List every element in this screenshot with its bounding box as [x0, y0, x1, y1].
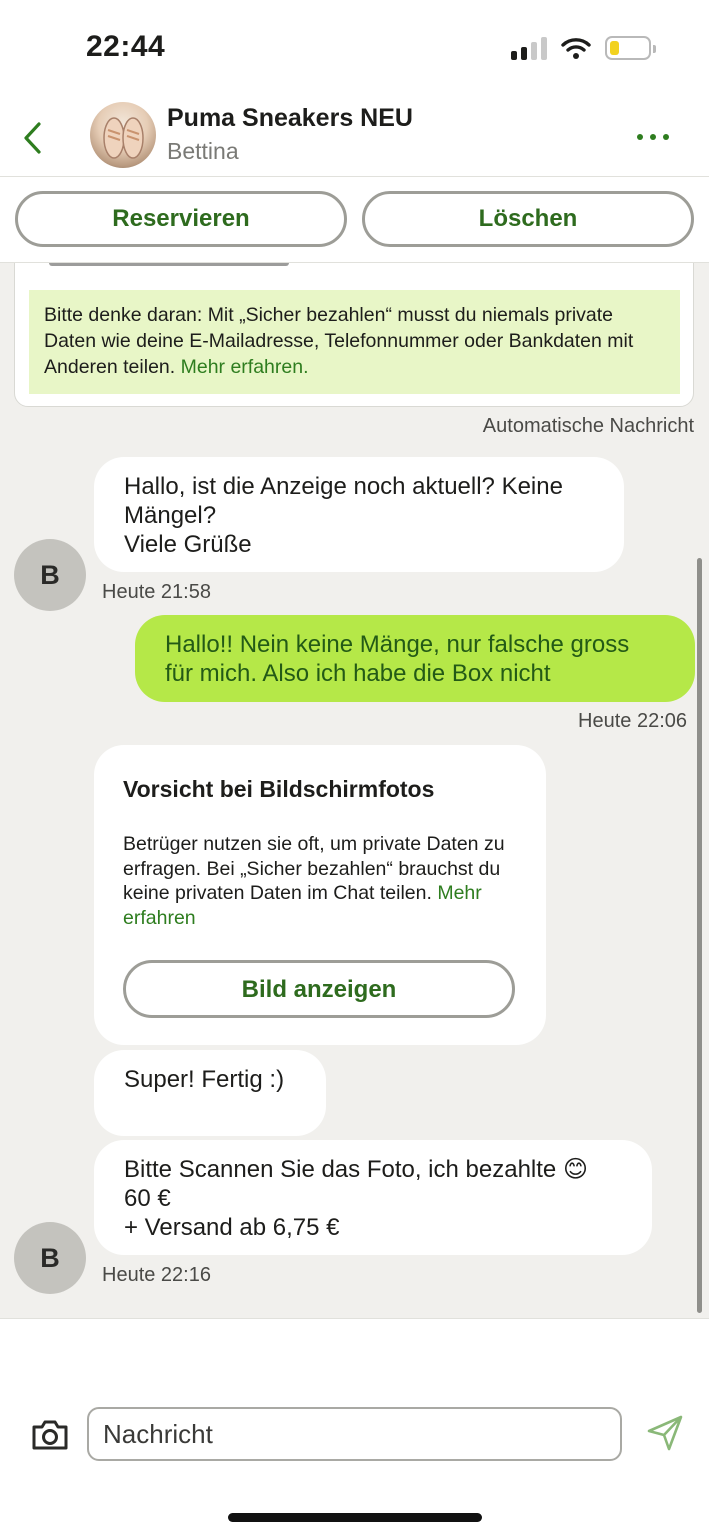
- incoming-message: Super! Fertig :): [94, 1050, 326, 1136]
- message-line: + Versand ab 6,75 €: [124, 1214, 340, 1241]
- wifi-icon: [561, 38, 591, 59]
- privacy-notice: Bitte denke daran: Mit „Sicher bezahlen“…: [29, 290, 680, 394]
- message-line: Bitte Scannen Sie das Foto, ich bezahlte…: [124, 1156, 588, 1183]
- avatar[interactable]: B: [14, 539, 86, 611]
- message-timestamp: Heute 22:06: [578, 710, 687, 732]
- more-dots-icon[interactable]: [637, 134, 669, 140]
- send-icon[interactable]: [645, 1413, 685, 1453]
- message-timestamp: Heute 21:58: [102, 581, 211, 603]
- message-line: Hallo, ist die Anzeige noch aktuell? Kei…: [124, 473, 563, 500]
- learn-more-link[interactable]: Mehr erfahren.: [181, 356, 309, 378]
- contact-name: Bettina: [167, 138, 239, 164]
- chat-scrollbar[interactable]: [697, 558, 702, 1313]
- message-input[interactable]: [87, 1407, 622, 1461]
- chat-header: Puma Sneakers NEU Bettina: [0, 100, 709, 177]
- listing-thumbnail[interactable]: [90, 102, 156, 168]
- status-icons: [511, 36, 656, 60]
- camera-icon[interactable]: [30, 1417, 70, 1453]
- message-line: Super! Fertig :): [124, 1066, 285, 1093]
- chat-area[interactable]: Bitte denke daran: Mit „Sicher bezahlen“…: [0, 263, 709, 1318]
- status-bar: 22:44: [0, 0, 709, 100]
- battery-icon: [605, 36, 656, 60]
- screenshot-warning-card: Vorsicht bei Bildschirmfotos Betrüger nu…: [94, 745, 546, 1045]
- automatic-message-label: Automatische Nachricht: [482, 415, 694, 437]
- status-time: 22:44: [86, 30, 166, 63]
- delete-button[interactable]: Löschen: [362, 191, 694, 247]
- conversation-title: Puma Sneakers NEU: [167, 104, 413, 132]
- signal-icon: [511, 36, 547, 60]
- privacy-notice-text: Bitte denke daran: Mit „Sicher bezahlen“…: [44, 304, 634, 378]
- incoming-message: Bitte Scannen Sie das Foto, ich bezahlte…: [94, 1140, 652, 1255]
- message-line: Viele Grüße: [124, 531, 252, 558]
- smiley-emoji: 😊: [562, 1156, 588, 1183]
- warning-title: Vorsicht bei Bildschirmfotos: [123, 776, 435, 802]
- message-timestamp: Heute 22:16: [102, 1264, 211, 1286]
- show-image-button[interactable]: Bild anzeigen: [123, 960, 515, 1018]
- reserve-button[interactable]: Reservieren: [15, 191, 347, 247]
- action-bar: Reservieren Löschen: [0, 178, 709, 263]
- message-line: 60 €: [124, 1185, 171, 1212]
- home-indicator[interactable]: [228, 1513, 482, 1522]
- warning-body: Betrüger nutzen sie oft, um private Date…: [123, 832, 523, 930]
- chevron-left-icon[interactable]: [18, 118, 48, 158]
- incoming-message: Hallo, ist die Anzeige noch aktuell? Kei…: [94, 457, 624, 572]
- outgoing-message: Hallo!! Nein keine Mänge, nur falsche gr…: [135, 615, 695, 702]
- automatic-message-card: Bitte denke daran: Mit „Sicher bezahlen“…: [14, 263, 694, 407]
- message-line: Mängel?: [124, 502, 217, 529]
- message-composer: [0, 1318, 709, 1536]
- message-line: Hallo!! Nein keine Mänge, nur falsche gr…: [165, 631, 630, 658]
- avatar[interactable]: B: [14, 1222, 86, 1294]
- message-line: für mich. Also ich habe die Box nicht: [165, 660, 551, 687]
